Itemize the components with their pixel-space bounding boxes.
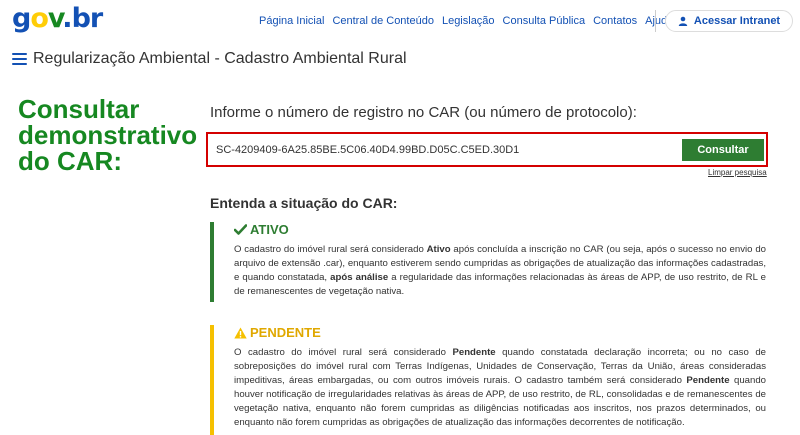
clear-search-link[interactable]: Limpar pesquisa (708, 168, 767, 177)
status-ativo-bar (210, 222, 214, 302)
status-pendente-bar (210, 325, 214, 435)
login-button[interactable]: Acessar Intranet (665, 10, 793, 32)
nav-link-central-de-conteudo[interactable]: Central de Conteúdo (332, 15, 434, 27)
page-title: Regularização Ambiental - Cadastro Ambie… (33, 50, 407, 67)
title-bar: Regularização Ambiental - Cadastro Ambie… (12, 48, 407, 70)
search-box: Consultar (206, 132, 768, 167)
car-number-input[interactable] (216, 141, 666, 159)
status-pendente-block: PENDENTE O cadastro do imóvel rural será… (210, 325, 766, 435)
header: gov.br Página Inicial Central de Conteúd… (0, 0, 800, 44)
nav-link-contatos[interactable]: Contatos (593, 15, 637, 27)
car-number-label: Informe o número de registro no CAR (ou … (210, 104, 637, 121)
status-ativo-title: ATIVO (234, 222, 766, 237)
login-button-label: Acessar Intranet (693, 15, 781, 27)
status-pendente-title: PENDENTE (234, 325, 766, 340)
status-section-heading: Entenda a situação do CAR: (210, 195, 398, 211)
section-title: Consultar demonstrativo do CAR: (18, 96, 198, 174)
status-ativo-block: ATIVO O cadastro do imóvel rural será co… (210, 222, 766, 302)
user-icon (678, 16, 688, 26)
status-ativo-description: O cadastro do imóvel rural será consider… (234, 244, 766, 297)
section-title-line3: do CAR: (18, 146, 122, 176)
consult-button[interactable]: Consultar (682, 139, 764, 161)
status-pendente-description: O cadastro do imóvel rural será consider… (234, 347, 766, 428)
warning-icon (234, 327, 247, 338)
section-title-line1: Consultar (18, 94, 140, 124)
check-icon (234, 224, 247, 235)
nav-link-legislacao[interactable]: Legislação (442, 15, 495, 27)
nav-link-pagina-inicial[interactable]: Página Inicial (259, 15, 324, 27)
section-title-line2: demonstrativo (18, 120, 198, 150)
nav-link-consulta-publica[interactable]: Consulta Pública (503, 15, 586, 27)
gov-br-logo[interactable]: gov.br (12, 4, 103, 34)
hamburger-menu-icon[interactable] (12, 53, 27, 65)
nav-divider (655, 10, 656, 32)
top-nav: Página Inicial Central de Conteúdo Legis… (259, 15, 681, 27)
